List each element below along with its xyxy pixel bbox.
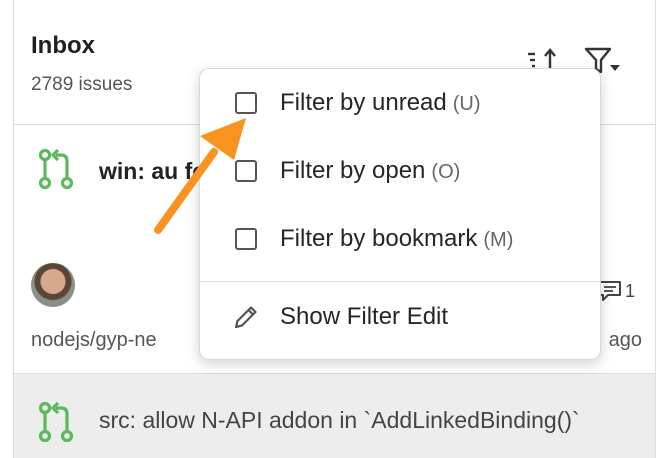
- page-title: Inbox: [31, 32, 95, 59]
- repo-name[interactable]: nodejs/gyp-ne: [31, 329, 157, 352]
- filter-open-option[interactable]: Filter by open (O): [200, 141, 600, 201]
- item-title: src: allow N-API addon in `AddLinkedBind…: [99, 407, 580, 433]
- filter-unread-label: Filter by unread: [280, 89, 447, 116]
- filter-open-label: Filter by open: [280, 157, 426, 184]
- list-item[interactable]: src: allow N-API addon in `AddLinkedBind…: [14, 374, 655, 458]
- comment-count: 1: [598, 280, 635, 302]
- comment-count-value: 1: [625, 280, 636, 301]
- pull-request-icon: [38, 401, 74, 443]
- filter-open-shortcut: (O): [431, 161, 461, 183]
- timestamp: ago: [608, 329, 642, 351]
- filter-bookmark-label: Filter by bookmark: [280, 225, 478, 252]
- menu-divider: [200, 281, 600, 282]
- filter-unread-shortcut: (U): [452, 93, 481, 115]
- filter-bookmark-shortcut: (M): [483, 229, 514, 251]
- pull-request-icon: [38, 148, 74, 190]
- filter-dropdown-menu: Filter by unread (U) Filter by open (O) Fi…: [199, 68, 601, 360]
- bookmark-checkbox[interactable]: [235, 228, 257, 250]
- comment-icon: [599, 281, 621, 301]
- unread-checkbox[interactable]: [235, 92, 257, 114]
- filter-bookmark-option[interactable]: Filter by bookmark (M): [200, 209, 600, 269]
- show-filter-edit-option[interactable]: Show Filter Edit: [200, 287, 600, 347]
- issue-count: 2789 issues: [31, 74, 133, 95]
- show-filter-edit-label: Show Filter Edit: [280, 303, 449, 330]
- filter-unread-option[interactable]: Filter by unread (U): [200, 73, 600, 133]
- pencil-icon: [234, 306, 257, 329]
- open-checkbox[interactable]: [235, 160, 257, 182]
- avatar: [31, 263, 75, 307]
